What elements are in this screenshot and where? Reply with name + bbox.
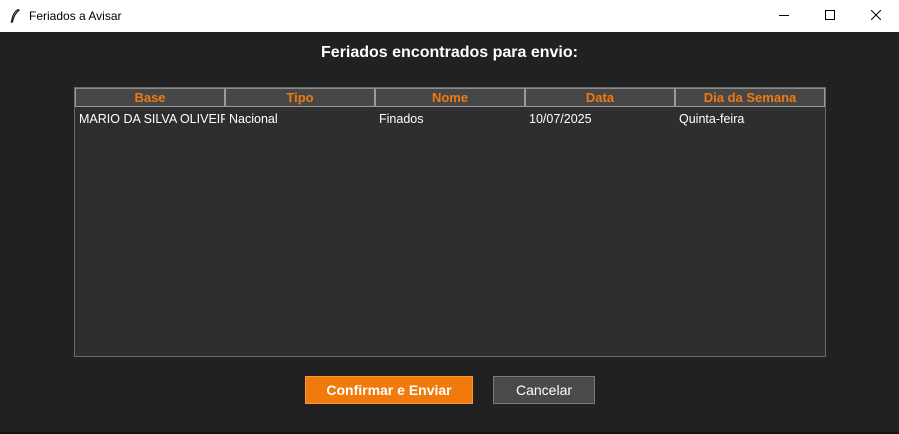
window-controls: [761, 0, 899, 32]
dialog-window: Feriados a Avisar Feriados encontrados p…: [0, 0, 899, 434]
minimize-button[interactable]: [761, 0, 807, 32]
column-header-nome[interactable]: Nome: [375, 88, 525, 107]
maximize-icon: [825, 7, 835, 25]
cancel-button[interactable]: Cancelar: [493, 376, 595, 404]
title-bar[interactable]: Feriados a Avisar: [0, 0, 899, 32]
column-header-tipo[interactable]: Tipo: [225, 88, 375, 107]
column-header-data[interactable]: Data: [525, 88, 675, 107]
cell-base: MARIO DA SILVA OLIVEIRA: [79, 112, 225, 126]
column-header-base[interactable]: Base: [75, 88, 225, 107]
close-button[interactable]: [853, 0, 899, 32]
feather-icon: [8, 8, 22, 24]
maximize-button[interactable]: [807, 0, 853, 32]
table-body: MARIO DA SILVA OLIVEIRA Nacional Finados…: [75, 107, 825, 131]
table-row[interactable]: MARIO DA SILVA OLIVEIRA Nacional Finados…: [75, 107, 825, 131]
window-title: Feriados a Avisar: [29, 9, 122, 23]
page-title: Feriados encontrados para envio:: [321, 44, 578, 61]
holidays-table[interactable]: Base Tipo Nome Data Dia da Semana MARIO …: [74, 87, 826, 357]
table-header: Base Tipo Nome Data Dia da Semana: [75, 88, 825, 107]
confirm-send-button[interactable]: Confirmar e Enviar: [305, 376, 473, 404]
minimize-icon: [779, 7, 789, 25]
cell-nome: Finados: [379, 112, 424, 126]
close-icon: [870, 7, 882, 25]
column-header-dia-da-semana[interactable]: Dia da Semana: [675, 88, 825, 107]
cell-data: 10/07/2025: [529, 112, 592, 126]
cell-dia-da-semana: Quinta-feira: [679, 112, 745, 126]
cell-tipo: Nacional: [229, 112, 278, 126]
